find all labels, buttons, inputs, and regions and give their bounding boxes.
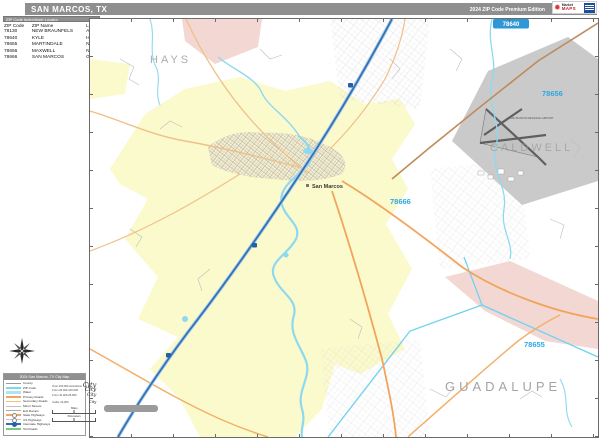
map-canvas: HAYS CALDWELL GUADALUPE SAN MARCOS REGIO… xyxy=(89,18,599,438)
street-texture-north xyxy=(330,19,430,109)
zip-index-panel: ZIP Code Index/Inset Locator ZIP Code ZI… xyxy=(3,16,100,62)
road-label-capsule xyxy=(104,405,158,412)
logo-blue-box xyxy=(584,3,595,13)
legend-items: County ZIP Code Water Primary Roads Seco… xyxy=(6,381,50,431)
marketmaps-logo: ✹ Market MAPS xyxy=(552,1,597,14)
compass-rose-icon xyxy=(7,336,37,371)
zip-index-title: ZIP Code Index/Inset Locator xyxy=(3,16,100,22)
county-label-caldwell: CALDWELL xyxy=(490,142,573,154)
city-area-kyle xyxy=(182,19,262,64)
grid-ticks-right xyxy=(595,19,598,437)
page-title: SAN MARCOS, TX xyxy=(31,5,107,14)
population-row: Under 10,000City xyxy=(52,400,96,406)
legend-panel: 2024 San Marcos, TX City Map County ZIP … xyxy=(3,373,86,436)
table-row: 78666 SAN MARCOS G6 xyxy=(3,55,100,62)
header-bar: SAN MARCOS, TX 2024 ZIP Code Premium Edi… xyxy=(25,3,597,15)
zip-label-78656: 78656 xyxy=(542,89,563,98)
grid-ticks-bottom xyxy=(90,434,598,437)
spring-lake xyxy=(303,148,313,154)
population-key: Over 100,000 and AboveCity From 25,000-1… xyxy=(50,381,96,431)
zip-label-78666: 78666 xyxy=(390,197,411,206)
pond xyxy=(182,316,188,322)
pond xyxy=(284,253,289,258)
city-label: San Marcos xyxy=(312,184,343,190)
airport-label: SAN MARCOS REGIONAL AIRPORT xyxy=(510,116,554,120)
zip-area-yellow-patch xyxy=(90,59,130,99)
county-label-guadalupe: GUADALUPE xyxy=(445,379,561,394)
page: SAN MARCOS, TX 2024 ZIP Code Premium Edi… xyxy=(0,0,600,439)
logo-burst-icon: ✹ xyxy=(554,4,561,12)
scale-bar-kilometers: Kilometers xyxy=(52,415,96,422)
legend-item: Toll Roads xyxy=(6,426,50,431)
edition-label: 2024 ZIP Code Premium Edition xyxy=(470,7,545,13)
zip-index-table: ZIP Code ZIP Name LOC 78130 NEW BRAUNFEL… xyxy=(3,24,100,62)
map-svg: HAYS CALDWELL GUADALUPE SAN MARCOS REGIO… xyxy=(90,19,598,437)
street-texture-south xyxy=(320,339,430,437)
logo-word-bottom: MAPS xyxy=(562,7,576,12)
zip-label-78655: 78655 xyxy=(524,340,545,349)
city-marker xyxy=(306,184,309,187)
scale-bar-miles: Miles xyxy=(52,407,96,414)
grid-ticks-top xyxy=(90,19,598,22)
zip-label-78640: 78640 xyxy=(503,22,520,28)
county-label-hays: HAYS xyxy=(150,54,191,66)
grid-ticks-left xyxy=(90,19,93,437)
city-area-martindale xyxy=(445,261,598,349)
